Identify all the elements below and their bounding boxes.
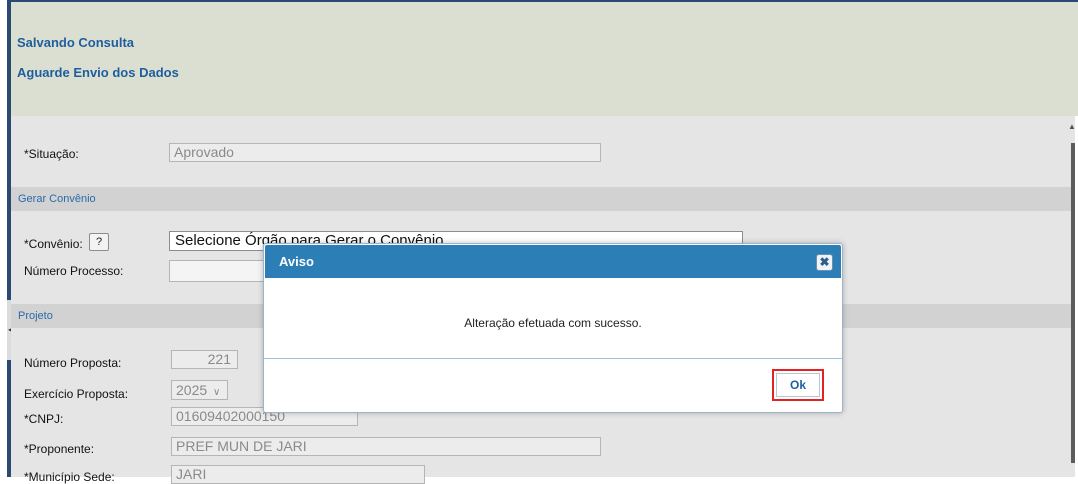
status-line-saving: Salvando Consulta: [17, 35, 135, 50]
municipio-label: *Município Sede:: [24, 470, 115, 484]
municipio-field: JARI: [171, 465, 425, 484]
status-line-waiting: Aguarde Envio dos Dados: [17, 65, 179, 80]
dialog-title-bar: Aviso ✖: [265, 245, 841, 278]
exercicio-label: Exercício Proposta:: [24, 387, 129, 401]
exercicio-value: 2025: [176, 382, 208, 398]
dialog-divider: [264, 358, 842, 359]
dialog-title: Aviso: [279, 254, 314, 269]
dialog-message: Alteração efetuada com sucesso.: [464, 316, 642, 330]
status-header: Salvando Consulta Aguarde Envio dos Dado…: [11, 0, 1078, 116]
scrollbar-thumb[interactable]: [1071, 143, 1075, 463]
cnpj-label: *CNPJ:: [24, 412, 64, 426]
scroll-up-icon[interactable]: ▲: [1068, 122, 1076, 131]
chevron-down-icon: ∨: [213, 387, 221, 398]
numero-proposta-field: 221: [171, 350, 238, 369]
situacao-field: Aprovado: [169, 143, 601, 162]
close-icon[interactable]: ✖: [816, 254, 833, 271]
left-margin: [0, 0, 7, 477]
proponente-field: PREF MUN DE JARI: [171, 437, 601, 456]
numero-proposta-label: Número Proposta:: [24, 356, 122, 370]
aviso-dialog: Aviso ✖ Alteração efetuada com sucesso. …: [263, 243, 843, 413]
situacao-label: *Situação:: [24, 147, 79, 161]
numero-processo-input[interactable]: [169, 260, 269, 282]
numero-processo-label: Número Processo:: [24, 264, 124, 278]
proponente-label: *Proponente:: [24, 442, 95, 456]
section-title-projeto: Projeto: [18, 310, 53, 322]
convenio-label: *Convênio:: [24, 237, 83, 251]
exercicio-select[interactable]: 2025 ∨: [171, 380, 228, 400]
section-gerar-convenio: Gerar Convênio: [11, 187, 1073, 211]
section-title-gerar-convenio: Gerar Convênio: [18, 193, 96, 205]
convenio-help-button[interactable]: ?: [89, 233, 109, 251]
ok-button[interactable]: Ok: [776, 373, 820, 397]
